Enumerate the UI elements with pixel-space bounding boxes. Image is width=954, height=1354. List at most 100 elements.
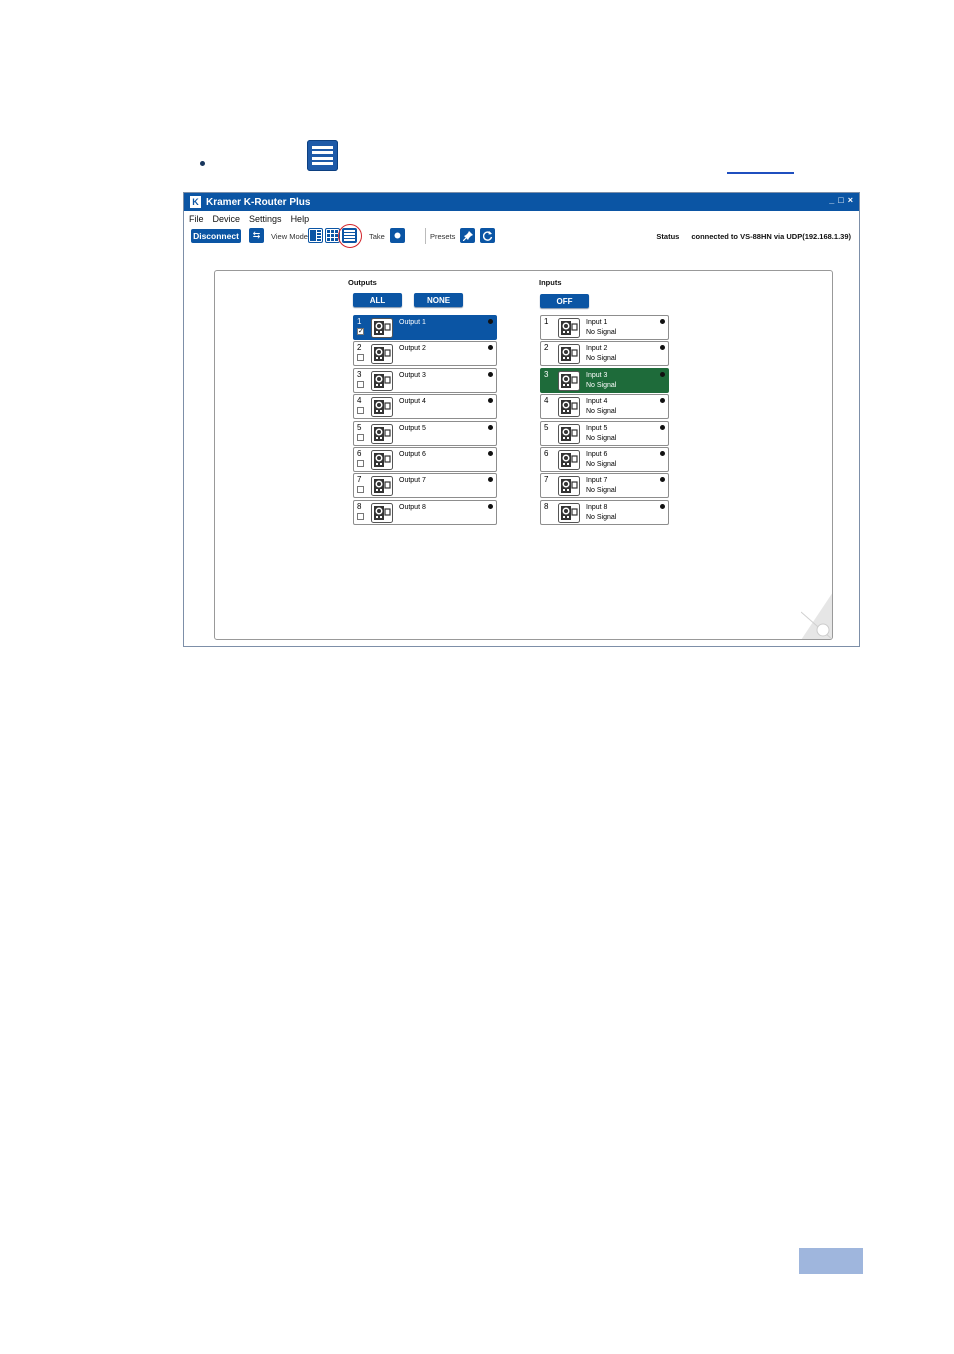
input-label: Input 3 <box>586 371 608 379</box>
output-checkbox[interactable] <box>357 354 364 362</box>
swap-icon[interactable]: ⇆ <box>249 228 264 243</box>
minimize-icon[interactable]: _ <box>829 195 834 205</box>
status-dot-icon <box>488 319 493 324</box>
camera-icon <box>558 344 580 365</box>
output-number: 2 <box>357 343 362 353</box>
output-checkbox[interactable] <box>357 380 364 388</box>
list-view-icon <box>307 140 338 171</box>
input-row[interactable]: 4 Input 4 No Signal <box>540 394 669 420</box>
bullet-point <box>200 161 205 166</box>
input-label: Input 7 <box>586 477 608 485</box>
status-area: Status connected to VS-88HN via UDP(192.… <box>656 232 851 241</box>
output-number: 7 <box>357 475 362 485</box>
camera-icon <box>371 423 393 444</box>
menu-bar: File Device Settings Help <box>184 211 859 226</box>
status-dot-icon <box>660 345 665 351</box>
status-dot-icon <box>488 503 493 509</box>
camera-icon <box>371 370 393 391</box>
input-number: 8 <box>544 501 549 511</box>
input-number: 7 <box>544 475 549 485</box>
refresh-icon[interactable] <box>480 228 495 243</box>
input-label: Input 8 <box>586 503 608 511</box>
status-dot-icon <box>660 477 665 483</box>
presets-label: Presets <box>430 232 456 241</box>
output-row[interactable]: 6 Output 6 <box>353 447 497 472</box>
toolbar: Disconnect ⇆ View Mode Take Presets Stat… <box>184 224 859 248</box>
camera-icon <box>558 370 580 391</box>
output-row[interactable]: 8 Output 8 <box>353 499 497 525</box>
input-number: 2 <box>544 343 549 353</box>
input-row[interactable]: 5 Input 5 No Signal <box>540 420 669 446</box>
status-text: connected to VS-88HN via UDP(192.168.1.3… <box>691 232 851 241</box>
output-label: Output 8 <box>399 503 426 511</box>
kramer-logo-icon: K <box>190 196 201 208</box>
input-signal: No Signal <box>586 461 617 468</box>
input-row[interactable]: 6 Input 6 No Signal <box>540 447 669 472</box>
outputs-title: Outputs <box>348 278 377 287</box>
toolbar-divider <box>425 228 426 244</box>
view-mode-split-icon[interactable] <box>308 228 323 243</box>
input-signal: No Signal <box>586 487 617 495</box>
menu-help[interactable]: Help <box>291 214 310 224</box>
input-signal: No Signal <box>586 513 617 521</box>
output-number: 1 <box>357 317 362 326</box>
none-button[interactable]: NONE <box>414 293 463 307</box>
input-number: 6 <box>544 449 549 458</box>
menu-device[interactable]: Device <box>213 214 241 224</box>
input-label: Input 1 <box>586 319 608 326</box>
output-row[interactable]: 3 Output 3 <box>353 367 497 393</box>
output-checkbox[interactable]: ✓ <box>357 328 364 335</box>
input-signal: No Signal <box>586 329 617 336</box>
menu-file[interactable]: File <box>189 214 204 224</box>
disconnect-button[interactable]: Disconnect <box>191 229 241 243</box>
status-label: Status <box>656 232 680 241</box>
all-button[interactable]: ALL <box>353 293 402 307</box>
output-number: 6 <box>357 449 362 458</box>
input-signal: No Signal <box>586 381 617 389</box>
input-label: Input 2 <box>586 345 608 353</box>
off-button[interactable]: OFF <box>540 294 589 308</box>
maximize-icon[interactable]: □ <box>838 195 843 205</box>
status-dot-icon <box>488 345 493 351</box>
menu-settings[interactable]: Settings <box>249 214 282 224</box>
output-row[interactable]: 7 Output 7 <box>353 473 497 499</box>
input-row[interactable]: 3 Input 3 No Signal <box>540 367 669 393</box>
camera-icon <box>371 450 393 470</box>
status-dot-icon <box>488 451 493 456</box>
output-checkbox[interactable] <box>357 407 364 415</box>
status-dot-icon <box>488 424 493 430</box>
status-dot-icon <box>488 398 493 404</box>
output-row[interactable]: 2 Output 2 <box>353 341 497 367</box>
output-checkbox[interactable] <box>357 433 364 441</box>
camera-icon <box>558 450 580 470</box>
status-dot-icon <box>660 371 665 377</box>
camera-icon <box>558 397 580 418</box>
output-number: 8 <box>357 501 362 511</box>
highlight-circle <box>338 224 362 248</box>
input-row[interactable]: 8 Input 8 No Signal <box>540 499 669 525</box>
input-label: Input 6 <box>586 451 608 458</box>
input-row[interactable]: 2 Input 2 No Signal <box>540 341 669 367</box>
output-row[interactable]: 5 Output 5 <box>353 420 497 446</box>
take-button-icon[interactable] <box>390 228 405 243</box>
output-label: Output 7 <box>399 477 426 485</box>
output-checkbox[interactable] <box>357 512 364 520</box>
input-label: Input 4 <box>586 398 608 406</box>
output-number: 5 <box>357 422 362 432</box>
page-curl-decoration <box>801 593 832 639</box>
input-row[interactable]: 1 Input 1 No Signal <box>540 315 669 340</box>
pin-icon[interactable] <box>460 228 475 243</box>
camera-icon <box>558 423 580 444</box>
output-row[interactable]: 1 ✓ Output 1 <box>353 315 497 340</box>
hyperlink-underline[interactable] <box>727 172 794 174</box>
status-dot-icon <box>660 424 665 430</box>
input-signal: No Signal <box>586 408 617 416</box>
output-checkbox[interactable] <box>357 460 364 467</box>
close-icon[interactable]: × <box>848 195 853 205</box>
output-label: Output 4 <box>399 398 426 406</box>
output-row[interactable]: 4 Output 4 <box>353 394 497 420</box>
output-checkbox[interactable] <box>357 486 364 494</box>
output-label: Output 6 <box>399 451 426 458</box>
status-dot-icon <box>488 477 493 483</box>
input-row[interactable]: 7 Input 7 No Signal <box>540 473 669 499</box>
